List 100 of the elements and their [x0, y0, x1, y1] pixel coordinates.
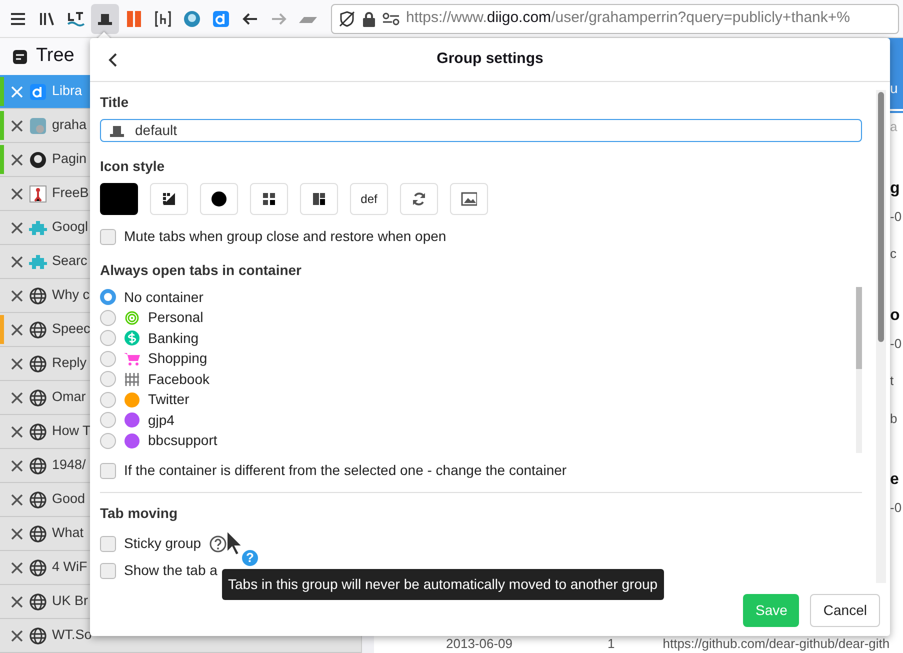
globe-icon	[29, 456, 47, 474]
eraser-icon	[299, 14, 317, 22]
close-icon[interactable]	[10, 220, 24, 234]
scrollbar[interactable]	[876, 90, 886, 583]
d-logo-icon	[212, 10, 230, 28]
partial-text: o	[890, 306, 900, 326]
partial-text: -0	[890, 334, 902, 352]
section-label: Always open tabs in container	[100, 261, 302, 280]
tab-title: Speec	[52, 320, 90, 338]
radio-button[interactable]	[100, 289, 116, 306]
checkbox-label: Show the tab a	[124, 561, 218, 580]
picture-icon	[29, 116, 47, 134]
lt-logo-icon	[67, 10, 85, 28]
radio-button[interactable]	[100, 432, 116, 449]
partial-text: a	[890, 118, 898, 136]
partial-text: c	[890, 245, 896, 263]
close-icon[interactable]	[10, 322, 24, 336]
radio-button[interactable]	[100, 371, 116, 388]
tab-title: How T	[52, 422, 91, 440]
tab-title: Why c	[52, 286, 90, 304]
close-icon[interactable]	[10, 492, 24, 506]
d-logo-icon	[29, 82, 47, 100]
radio-button[interactable]	[100, 350, 116, 367]
checkbox-label: Sticky group	[124, 534, 202, 553]
icon-style-button[interactable]: def	[350, 183, 388, 215]
sliders-icon	[382, 12, 400, 26]
sidebar-icon	[12, 48, 28, 64]
tab-title: 1948/	[52, 456, 86, 474]
close-icon[interactable]	[10, 288, 24, 302]
title-input[interactable]: default	[100, 119, 862, 142]
tab-title: What	[52, 524, 84, 542]
date-cell-text: 2013-06-09	[446, 634, 512, 652]
tab-title: WT.So	[52, 626, 92, 644]
checkbox-label: If the container is different from the selected one - change the container	[124, 461, 567, 480]
close-icon[interactable]	[10, 560, 24, 574]
radio-label: Banking	[148, 328, 199, 348]
checkbox[interactable]	[100, 536, 116, 552]
close-icon[interactable]	[10, 424, 24, 438]
partial-text: b	[890, 410, 898, 428]
chevron-left-icon	[108, 53, 118, 67]
list-scrollbar[interactable]	[856, 287, 862, 453]
close-icon[interactable]	[10, 254, 24, 268]
tab-title: UK Br	[52, 592, 88, 610]
image-icon	[461, 191, 477, 207]
globe-icon	[29, 388, 47, 406]
hat-icon	[109, 124, 125, 138]
tab-title: Omar	[52, 388, 86, 406]
tab-title: Libra	[52, 82, 82, 100]
pixel-triangle-icon	[161, 191, 177, 207]
stripes-icon	[125, 10, 143, 28]
checkbox[interactable]	[100, 462, 116, 478]
checkbox[interactable]	[100, 562, 116, 578]
checkbox-label: Mute tabs when group close and restore when open	[124, 227, 446, 246]
close-icon[interactable]	[10, 526, 24, 540]
globe-icon	[29, 286, 47, 304]
partial-text: e	[890, 470, 899, 490]
radio-button[interactable]	[100, 392, 116, 408]
circle-icon	[211, 191, 227, 207]
close-icon[interactable]	[10, 458, 24, 472]
lock-icon	[362, 10, 376, 26]
globe-icon	[29, 524, 47, 542]
close-icon[interactable]	[10, 628, 24, 642]
puzzle-icon	[29, 218, 47, 236]
close-icon[interactable]	[10, 118, 24, 132]
partial-text: -0	[890, 208, 902, 226]
close-icon[interactable]	[10, 390, 24, 404]
checkbox[interactable]	[100, 228, 116, 244]
grid-icon	[261, 191, 277, 207]
close-icon[interactable]	[10, 594, 24, 608]
count-cell-text: 1	[608, 634, 615, 652]
help-icon[interactable]	[209, 534, 228, 552]
person-icon	[29, 184, 47, 202]
bracket-h-icon	[154, 10, 172, 28]
section-label: Title	[100, 93, 130, 112]
tab-title: graha	[52, 116, 87, 134]
close-icon[interactable]	[10, 152, 24, 166]
tab-title: Good	[52, 490, 86, 508]
url-cell-text: https://github.com/dear-github/dear-gith	[662, 634, 890, 653]
radio-button[interactable]	[100, 310, 116, 326]
partial-text: t	[890, 372, 894, 390]
tracking-protection-icon	[338, 10, 356, 28]
address-bar[interactable]: https://www.diigo.com/user/grahamperrin?query=publicly+thank+%	[331, 4, 899, 34]
radio-label: gjp4	[148, 410, 174, 430]
tab-title: Pagin	[52, 150, 87, 168]
radio-button[interactable]	[100, 412, 116, 428]
radio-label: Twitter	[148, 390, 190, 410]
tab-title: FreeB	[52, 184, 89, 202]
radio-button[interactable]	[100, 330, 116, 346]
cancel-button[interactable]: Cancel	[810, 594, 880, 626]
close-icon[interactable]	[10, 356, 24, 370]
tooltip: Tabs in this group will never be automatically moved to another group	[222, 569, 664, 600]
refresh-icon	[411, 191, 427, 207]
tab-title: Searc	[52, 252, 88, 270]
close-icon[interactable]	[10, 186, 24, 200]
globe-icon	[29, 320, 47, 338]
toolbar-button[interactable]	[91, 4, 119, 34]
sidebar-title: Tree	[36, 44, 74, 68]
radio-label: bbcsupport	[148, 431, 218, 450]
partial-text: g	[890, 178, 900, 198]
section-label: Icon style	[100, 157, 166, 176]
